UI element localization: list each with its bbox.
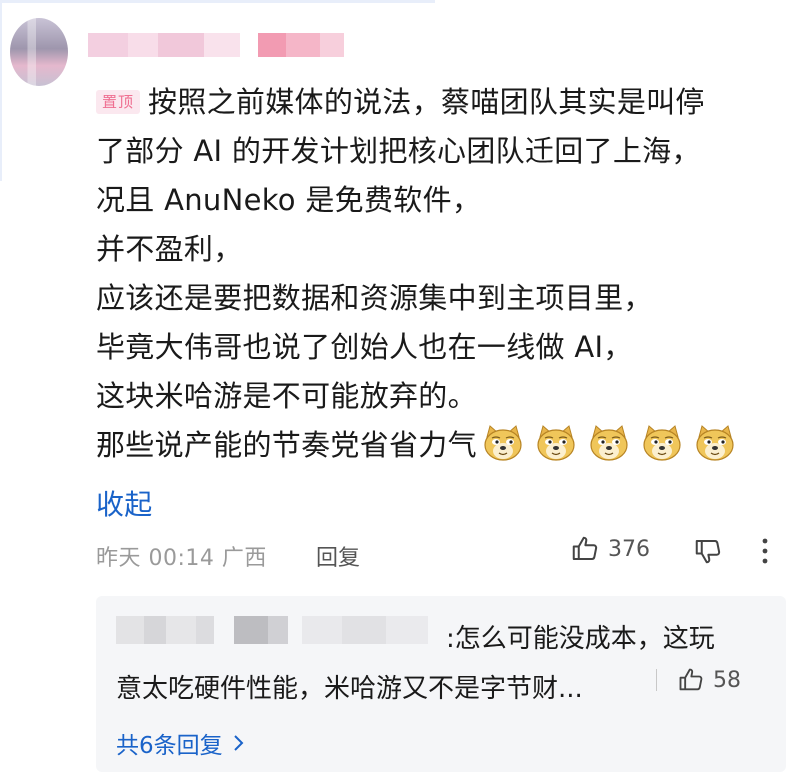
- reply-line-1: 怎么可能没成本，这玩: [454, 624, 715, 654]
- doge-emoji: [640, 423, 684, 478]
- comment-line: 况且 AnuNeko 是免费软件，: [96, 183, 482, 217]
- reply-count-label: 共6条回复: [116, 733, 223, 759]
- divider: [656, 669, 657, 691]
- comment-time-location: 昨天 00:14 广西: [96, 546, 267, 571]
- like-count: 376: [608, 536, 650, 562]
- reply-text: :怎么可能没成本，这玩 意太吃硬件性能，米哈游又不是字节财...: [116, 614, 776, 714]
- comment-last-line: 那些说产能的节奏党省省力气: [96, 421, 776, 478]
- more-options-icon[interactable]: [760, 536, 770, 572]
- avatar[interactable]: [10, 18, 68, 86]
- dislike-button[interactable]: [693, 536, 723, 572]
- reply-line-2: 意太吃硬件性能，米哈游又不是字节财...: [116, 674, 583, 704]
- comment-meta: 昨天 00:14 广西 回复 376: [96, 534, 786, 574]
- like-button[interactable]: 376: [570, 534, 650, 564]
- reply-colon: :: [446, 624, 455, 654]
- doge-emoji: [481, 423, 525, 478]
- chevron-right-icon: [233, 735, 244, 751]
- reply-button[interactable]: 回复: [316, 540, 360, 572]
- collapse-link[interactable]: 收起: [96, 480, 776, 529]
- pinned-badge: 置顶: [96, 90, 141, 114]
- thumbs-down-icon: [695, 540, 721, 564]
- comment-line: 这块米哈游是不可能放弃的。: [96, 379, 477, 413]
- emoji-row: [481, 423, 737, 478]
- comment-line: 按照之前媒体的说法，蔡喵团队其实是叫停: [148, 85, 705, 119]
- comment-line: 了部分 AI 的开发计划把核心团队迁回了上海，: [96, 134, 701, 168]
- thumbs-up-icon: [679, 668, 703, 691]
- username-redacted[interactable]: [88, 33, 353, 57]
- comment-line: 应该还是要把数据和资源集中到主项目里，: [96, 281, 653, 315]
- reply-like-count: 58: [713, 667, 741, 693]
- comment-line: 毕竟大伟哥也说了创始人也在一线做 AI，: [96, 330, 633, 364]
- comment-last-text: 那些说产能的节奏党省省力气: [96, 428, 477, 462]
- comment-body: 置顶 按照之前媒体的说法，蔡喵团队其实是叫停 了部分 AI 的开发计划把核心团队迁…: [96, 78, 776, 529]
- reply-like-button[interactable]: 58: [656, 666, 741, 694]
- top-divider: [0, 0, 435, 3]
- view-all-replies-link[interactable]: 共6条回复: [116, 726, 245, 760]
- doge-emoji: [587, 423, 631, 478]
- doge-emoji: [693, 423, 737, 478]
- comment-line: 并不盈利，: [96, 232, 243, 266]
- reply-preview[interactable]: :怎么可能没成本，这玩 意太吃硬件性能，米哈游又不是字节财... 58 共6条回…: [96, 596, 786, 772]
- left-divider: [0, 3, 2, 181]
- thumbs-up-icon: [572, 536, 598, 560]
- doge-emoji: [534, 423, 578, 478]
